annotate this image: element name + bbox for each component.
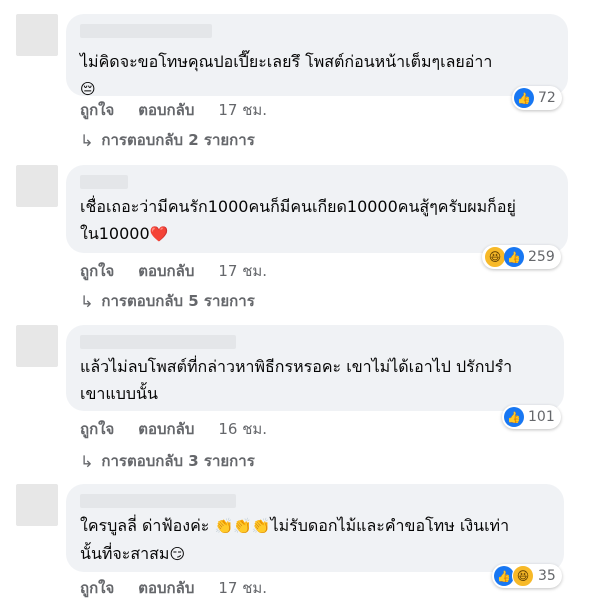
- haha-icon: 😆: [484, 246, 506, 268]
- comment-actions: ถูกใจ ตอบกลับ 16 ชม.: [80, 417, 267, 441]
- reply-button[interactable]: ตอบกลับ: [138, 98, 194, 122]
- reaction-summary[interactable]: 😆 👍 259: [482, 245, 561, 269]
- replies-label: การตอบกลับ 3 รายการ: [101, 452, 255, 470]
- haha-icon: 😆: [512, 565, 534, 587]
- reply-button[interactable]: ตอบกลับ: [138, 259, 194, 283]
- reaction-count: 35: [538, 568, 556, 584]
- smirk-emoji: 😏: [169, 545, 186, 563]
- comment-bubble: ใครบูลลี่ ด่าฟ้องค่ะ 👏👏👏ไม่รับดอกไม้และค…: [66, 484, 564, 572]
- like-icon: 👍: [494, 566, 514, 586]
- pensive-emoji: 😔: [80, 80, 96, 98]
- comment-bubble: แล้วไม่ลบโพสต์ที่กล่าวหาพิธีกรหรอคะ เขาไ…: [66, 325, 564, 411]
- reaction-summary[interactable]: 👍 😆 35: [492, 564, 562, 588]
- replies-label: การตอบกลับ 5 รายการ: [101, 292, 255, 310]
- reaction-count: 72: [538, 90, 556, 106]
- author-name-redacted[interactable]: [80, 175, 128, 189]
- comment-text: ไม่คิดจะขอโทษคุณปอเปี๊ยะเลยรึ โพสต์ก่อนห…: [80, 52, 493, 98]
- reply-button[interactable]: ตอบกลับ: [138, 576, 194, 600]
- comment-actions: ถูกใจ ตอบกลับ 17 ชม.: [80, 259, 267, 283]
- like-button[interactable]: ถูกใจ: [80, 417, 114, 441]
- comment-actions: ถูกใจ ตอบกลับ 17 ชม.: [80, 98, 267, 122]
- like-button[interactable]: ถูกใจ: [80, 576, 114, 600]
- reaction-count: 101: [528, 409, 555, 425]
- author-name-redacted[interactable]: [80, 335, 236, 349]
- avatar[interactable]: [16, 14, 58, 56]
- avatar[interactable]: [16, 484, 58, 526]
- reaction-summary[interactable]: 👍 72: [512, 86, 562, 110]
- reply-button[interactable]: ตอบกลับ: [138, 417, 194, 441]
- reaction-summary[interactable]: 👍 101: [502, 405, 561, 429]
- author-name-redacted[interactable]: [80, 494, 236, 508]
- like-button[interactable]: ถูกใจ: [80, 259, 114, 283]
- comment-text: ใครบูลลี่ ด่าฟ้องค่ะ 👏👏👏ไม่รับดอกไม้และค…: [80, 516, 510, 563]
- reply-arrow-icon: ↳: [80, 130, 94, 150]
- author-name-redacted[interactable]: [80, 24, 212, 38]
- reply-arrow-icon: ↳: [80, 291, 94, 311]
- view-replies-link[interactable]: ↳ การตอบกลับ 5 รายการ: [80, 289, 255, 313]
- avatar[interactable]: [16, 325, 58, 367]
- timestamp[interactable]: 17 ชม.: [218, 98, 267, 122]
- reaction-count: 259: [528, 249, 555, 265]
- avatar[interactable]: [16, 165, 58, 207]
- comment-text: เชื่อเถอะว่ามีคนรัก1000คนก็มีคนเกียด1000…: [80, 197, 516, 243]
- like-button[interactable]: ถูกใจ: [80, 98, 114, 122]
- timestamp[interactable]: 17 ชม.: [218, 576, 267, 600]
- replies-label: การตอบกลับ 2 รายการ: [101, 131, 255, 149]
- comment-text: แล้วไม่ลบโพสต์ที่กล่าวหาพิธีกรหรอคะ เขาไ…: [80, 357, 513, 403]
- reply-arrow-icon: ↳: [80, 451, 94, 471]
- like-icon: 👍: [514, 88, 534, 108]
- clapping-emoji: 👏👏👏: [214, 517, 271, 535]
- like-icon: 👍: [504, 407, 524, 427]
- heart-emoji: ❤️: [149, 225, 169, 243]
- like-icon: 👍: [504, 247, 524, 267]
- timestamp[interactable]: 17 ชม.: [218, 259, 267, 283]
- timestamp[interactable]: 16 ชม.: [218, 417, 267, 441]
- view-replies-link[interactable]: ↳ การตอบกลับ 2 รายการ: [80, 128, 255, 152]
- comment-actions: ถูกใจ ตอบกลับ 17 ชม.: [80, 576, 267, 600]
- view-replies-link[interactable]: ↳ การตอบกลับ 3 รายการ: [80, 449, 255, 473]
- comment-bubble: ไม่คิดจะขอโทษคุณปอเปี๊ยะเลยรึ โพสต์ก่อนห…: [66, 14, 568, 98]
- comment-bubble: เชื่อเถอะว่ามีคนรัก1000คนก็มีคนเกียด1000…: [66, 165, 568, 253]
